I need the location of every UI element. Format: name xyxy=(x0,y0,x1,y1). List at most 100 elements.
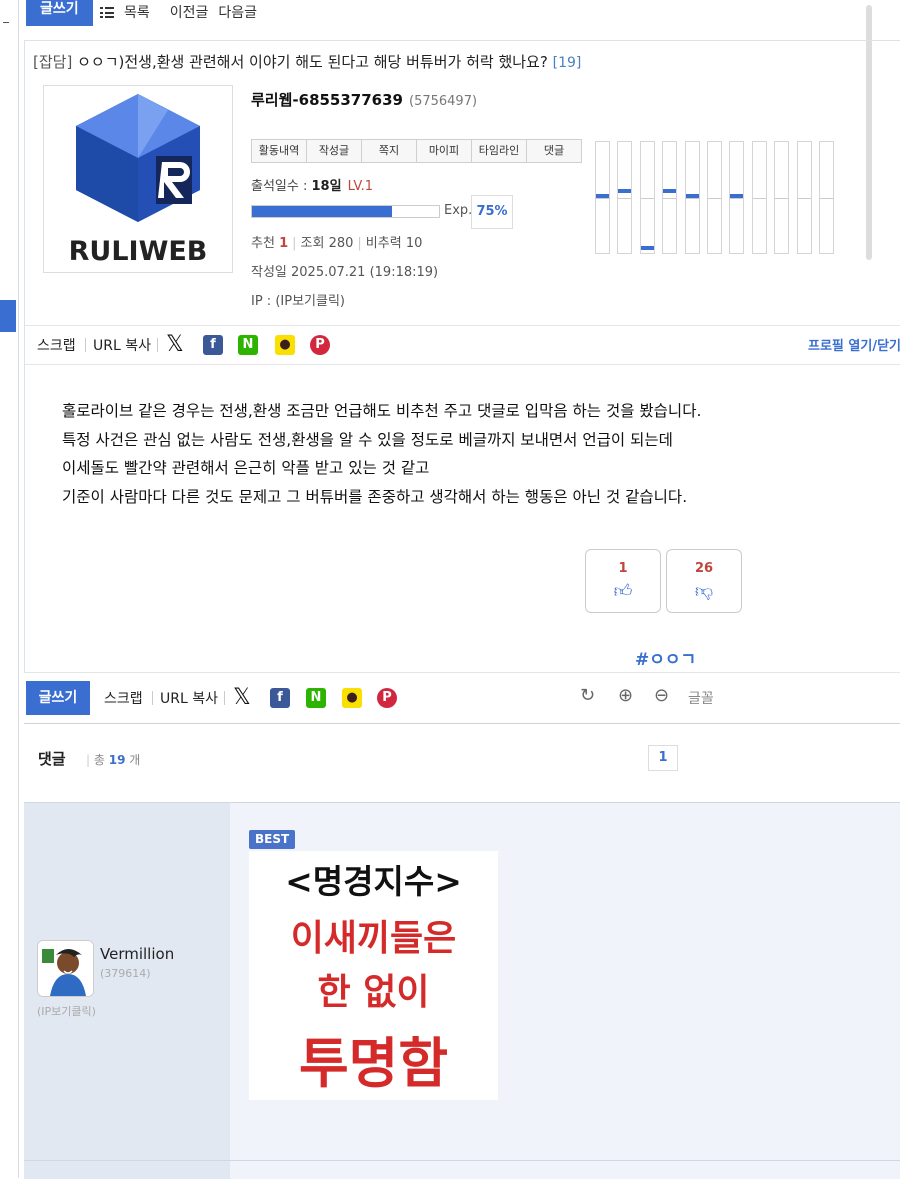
rail-dash xyxy=(3,22,9,23)
exp-progress-bar xyxy=(251,205,440,218)
author-name[interactable]: 루리웹-6855377639 xyxy=(251,91,403,109)
activity-graph xyxy=(595,141,841,254)
pinterest-share-icon[interactable]: P xyxy=(377,688,397,708)
attend-label: 출석일수 : xyxy=(251,179,312,194)
activity-graph-mark xyxy=(618,189,632,193)
facebook-share-icon[interactable]: f xyxy=(270,688,290,708)
cube-logo-icon xyxy=(76,94,200,222)
activity-graph-column xyxy=(617,141,633,254)
activity-graph-mark xyxy=(685,194,699,198)
body-line: 기준이 사람마다 다른 것도 문제고 그 버튜버를 존중하고 생각해서 하는 행… xyxy=(62,487,688,506)
profile-tab-timeline[interactable]: 타임라인 xyxy=(472,140,527,162)
bottom-toolbar: 글쓰기 스크랩 URL 복사 𝕏 f N ● P ↻ ⊕ ⊖ 글꼴 xyxy=(24,672,900,724)
activity-graph-column xyxy=(662,141,678,254)
post-tag[interactable]: #ㅇㅇㄱ xyxy=(635,645,696,670)
top-nav: 목록 이전글 다음글 xyxy=(100,2,267,22)
profile-tabs: 활동내역 작성글 쪽지 마이피 타임라인 댓글 xyxy=(251,139,582,163)
activity-graph-column xyxy=(818,141,834,254)
post-date: 작성일 2025.07.21 (19:18:19) xyxy=(251,265,439,280)
logo-text: RULIWEB xyxy=(68,236,208,267)
exp-progress-fill xyxy=(252,206,392,217)
activity-graph-column xyxy=(774,141,790,254)
avatar-icon xyxy=(38,941,93,996)
url-copy-button-bottom[interactable]: URL 복사 xyxy=(160,688,218,708)
pinterest-share-icon[interactable]: P xyxy=(310,335,330,355)
activity-graph-column xyxy=(796,141,812,254)
activity-graph-column xyxy=(729,141,745,254)
level-badge: LV.1 xyxy=(347,179,373,194)
activity-graph-midline xyxy=(775,198,789,199)
divider xyxy=(157,338,158,352)
activity-graph-column xyxy=(751,141,767,254)
commenter-nickname[interactable]: Vermillion xyxy=(100,945,174,963)
x-share-icon[interactable]: 𝕏 xyxy=(166,332,184,357)
comment-divider xyxy=(24,1160,900,1161)
list-icon xyxy=(100,7,114,18)
scrap-button-bottom[interactable]: 스크랩 xyxy=(104,688,143,708)
activity-graph-midline xyxy=(819,198,833,199)
body-line: 특정 사건은 관심 없는 사람도 전생,환생을 알 수 있을 정도로 베글까지 … xyxy=(62,430,673,449)
downvote-button[interactable]: 26 👎︎ xyxy=(666,549,742,613)
attendance-info: 출석일수 : 18일 LV.1 xyxy=(251,175,373,194)
upvote-count: 1 xyxy=(618,561,628,576)
rail-active-marker[interactable] xyxy=(0,300,16,332)
list-label: 목록 xyxy=(124,5,150,21)
activity-graph-mark xyxy=(640,246,654,250)
kakao-share-icon[interactable]: ● xyxy=(342,688,362,708)
attend-days: 18일 xyxy=(311,179,342,194)
prev-link[interactable]: 이전글 xyxy=(170,5,209,21)
comments-header: 댓글 xyxy=(38,750,66,768)
write-button[interactable]: 글쓰기 xyxy=(26,0,93,26)
recommend-label: 추천 xyxy=(251,236,275,251)
activity-graph-midline xyxy=(707,198,721,199)
profile-tab-comments[interactable]: 댓글 xyxy=(527,140,581,162)
profile-tab-posts[interactable]: 작성글 xyxy=(307,140,362,162)
commenter-avatar[interactable] xyxy=(37,940,94,997)
activity-graph-midline xyxy=(752,198,766,199)
activity-graph-midline xyxy=(730,198,744,199)
views-count: 280 xyxy=(328,236,354,251)
comment-image-line: 한 없이 xyxy=(317,972,430,1013)
scrap-button[interactable]: 스크랩 xyxy=(37,335,76,355)
zoom-in-icon[interactable]: ⊕ xyxy=(618,685,633,706)
list-link[interactable]: 목록 xyxy=(100,5,160,21)
share-bar: 스크랩 URL 복사 𝕏 f N ● P 프로필 열기/닫기 xyxy=(25,325,900,365)
profile-toggle-link[interactable]: 프로필 열기/닫기 xyxy=(808,335,900,354)
left-rail xyxy=(0,0,19,1178)
profile-tab-activity[interactable]: 활동내역 xyxy=(252,140,307,162)
upvote-button[interactable]: 1 👍︎ xyxy=(585,549,661,613)
facebook-share-icon[interactable]: f xyxy=(203,335,223,355)
author-nickname[interactable]: 루리웹-6855377639 (5756497) xyxy=(251,89,477,110)
best-badge: BEST xyxy=(249,830,296,849)
comment-page-button[interactable]: 1 xyxy=(648,745,678,771)
post-stats: 추천 1 | 조회 280 | 비추력 10 xyxy=(251,236,423,251)
x-share-icon[interactable]: 𝕏 xyxy=(233,685,251,710)
profile-tab-message[interactable]: 쪽지 xyxy=(362,140,417,162)
write-button-bottom[interactable]: 글쓰기 xyxy=(26,681,90,715)
author-uid: (5756497) xyxy=(409,94,478,109)
activity-graph-midline xyxy=(596,198,609,199)
activity-graph-midline xyxy=(640,198,654,199)
comment-count-badge[interactable]: [19] xyxy=(553,55,582,71)
zoom-out-icon[interactable]: ⊖ xyxy=(654,685,669,706)
kakao-share-icon[interactable]: ● xyxy=(275,335,295,355)
commenter-uid: (379614) xyxy=(100,967,151,980)
commenter-ip[interactable]: (IP보기클릭) xyxy=(37,1003,96,1019)
font-button[interactable]: 글꼴 xyxy=(688,688,714,708)
comment-image: <명경지수> 이새끼들은 한 없이 투명함 xyxy=(249,851,498,1100)
downvote-count: 26 xyxy=(694,561,714,576)
naver-share-icon[interactable]: N xyxy=(238,335,258,355)
post-title: [잡담] ㅇㅇㄱ)전생,환생 관련해서 이야기 해도 된다고 해당 버튜버가 허… xyxy=(33,51,581,72)
profile-tab-mypi[interactable]: 마이피 xyxy=(417,140,472,162)
count-prefix: 총 xyxy=(93,753,105,767)
exp-label: Exp. xyxy=(444,203,473,218)
divider xyxy=(85,338,86,352)
divider xyxy=(152,691,153,705)
url-copy-button[interactable]: URL 복사 xyxy=(93,335,151,355)
next-link[interactable]: 다음글 xyxy=(218,5,257,21)
post-category: [잡담] xyxy=(33,53,73,71)
refresh-icon[interactable]: ↻ xyxy=(580,685,595,706)
post-ip[interactable]: IP : (IP보기클릭) xyxy=(251,290,345,309)
comment-image-line: 투명함 xyxy=(298,1032,449,1095)
naver-share-icon[interactable]: N xyxy=(306,688,326,708)
